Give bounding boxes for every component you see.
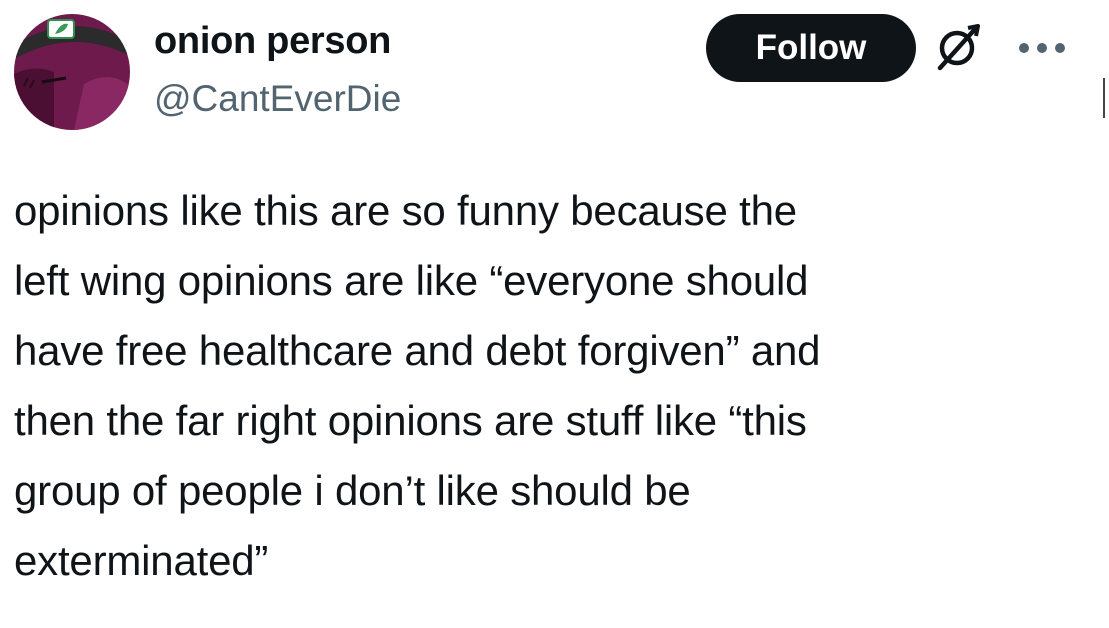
avatar[interactable]: [14, 14, 130, 130]
display-name[interactable]: onion person: [154, 20, 391, 63]
scrollbar-edge: [1103, 78, 1105, 118]
user-handle[interactable]: @CantEverDie: [154, 78, 401, 120]
grok-icon[interactable]: [932, 22, 982, 72]
avatar-image: [14, 14, 130, 130]
tweet-text: opinions like this are so funny because …: [14, 187, 821, 584]
more-options-icon[interactable]: [1014, 40, 1070, 56]
follow-button[interactable]: Follow: [706, 14, 916, 82]
